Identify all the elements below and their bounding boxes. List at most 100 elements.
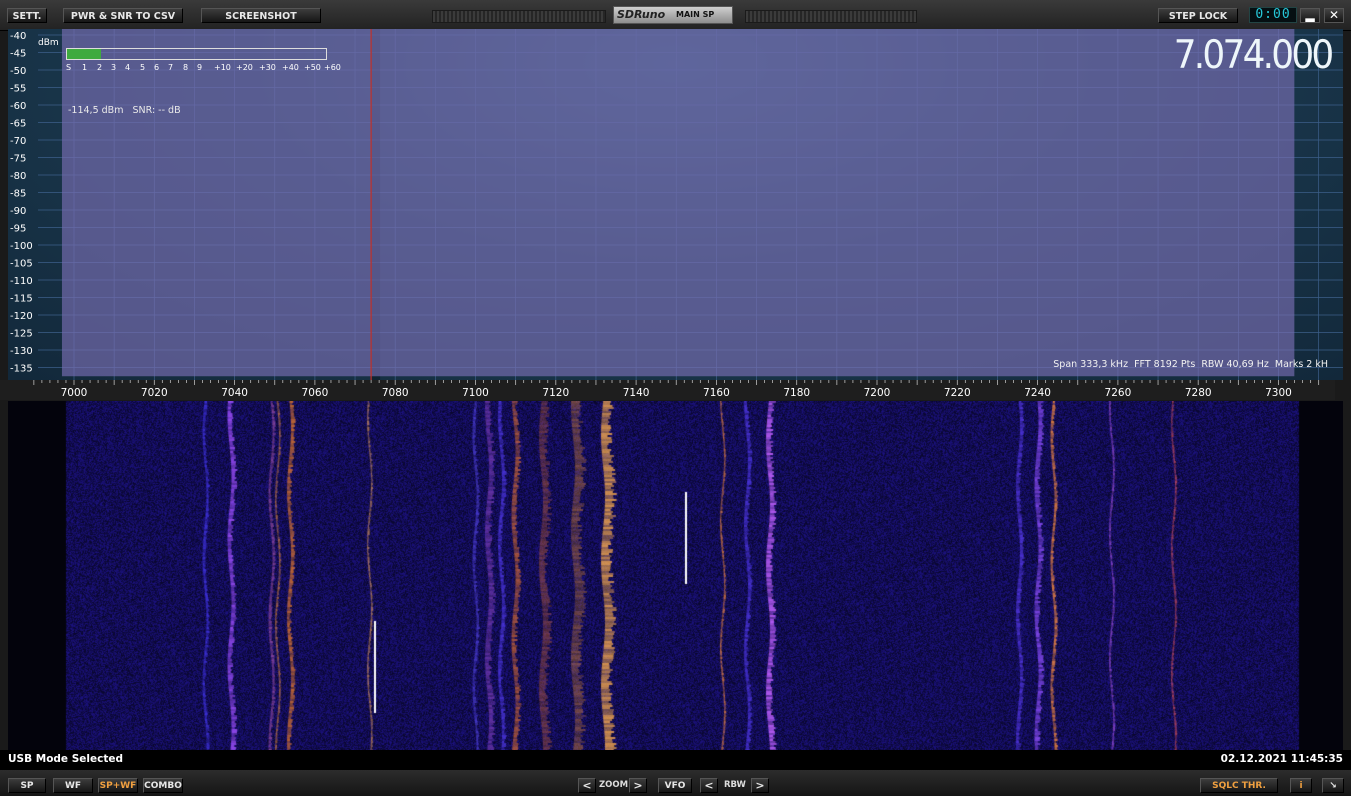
- s-meter-tick: 6: [154, 63, 160, 72]
- rbw-increase-button[interactable]: >: [751, 778, 769, 793]
- y-tick-label: -130: [10, 346, 33, 357]
- status-bar: USB Mode Selected 02.12.2021 11:45:35: [0, 750, 1351, 770]
- pwr-snr-csv-button[interactable]: PWR & SNR TO CSV: [63, 8, 183, 23]
- x-tick-label: 7200: [864, 387, 891, 399]
- dbm-unit-label: dBm: [38, 38, 59, 48]
- x-tick-label: 7220: [944, 387, 971, 399]
- title-bar: SETT. PWR & SNR TO CSV SCREENSHOT SDRuno…: [0, 0, 1351, 31]
- span-fft-info: Span 333,3 kHz FFT 8192 Pts RBW 40,69 Hz…: [1053, 359, 1328, 370]
- y-tick-label: -100: [10, 241, 33, 252]
- x-tick-label: 7160: [703, 387, 730, 399]
- frequency-axis: 7000 7020 7040 7060 7080 7100 7120 7140 7160 7180…: [0, 380, 1335, 400]
- spectrum-display[interactable]: -40 -45 -50 -55 -60 -65 -70 -75 -80 -85 -90 -95 -100…: [8, 29, 1343, 380]
- zoom-label: ZOOM: [599, 780, 629, 790]
- drag-grip-left[interactable]: [432, 10, 606, 23]
- s-meter-tick: +10: [214, 63, 231, 72]
- spectrum-fill: [61, 29, 1295, 377]
- wf-mode-button[interactable]: WF: [53, 778, 93, 793]
- x-tick-label: 7240: [1024, 387, 1051, 399]
- y-tick-label: -105: [10, 259, 33, 270]
- x-tick-label: 7260: [1105, 387, 1132, 399]
- clock-display: 0:00: [1249, 7, 1297, 23]
- x-tick-label: 7080: [382, 387, 409, 399]
- resize-handle[interactable]: ↘: [1322, 778, 1344, 793]
- close-icon: ✕: [1328, 8, 1340, 22]
- y-tick-label: -55: [10, 84, 26, 95]
- x-tick-label: 7300: [1265, 387, 1292, 399]
- x-tick-label: 7180: [783, 387, 810, 399]
- mode-status: USB Mode Selected: [8, 753, 123, 765]
- s-meter-tick: +60: [324, 63, 341, 72]
- y-tick-label: -50: [10, 66, 26, 77]
- y-tick-label: -120: [10, 311, 33, 322]
- s-meter-tick: 8: [183, 63, 189, 72]
- y-tick-label: -75: [10, 154, 26, 165]
- minimize-icon: ▂: [1305, 8, 1315, 22]
- sqlc-threshold-button[interactable]: SQLC THR.: [1200, 778, 1278, 793]
- y-tick-label: -40: [10, 31, 26, 42]
- s-meter-tick: 2: [97, 63, 103, 72]
- spectrum-plot: -40 -45 -50 -55 -60 -65 -70 -75 -80 -85 -90 -95 -100…: [10, 29, 1343, 380]
- settings-button[interactable]: SETT.: [7, 8, 47, 23]
- s-meter-tick: +20: [236, 63, 253, 72]
- s-meter-tick: 4: [125, 63, 131, 72]
- x-tick-label: 7020: [141, 387, 168, 399]
- y-tick-label: -90: [10, 206, 26, 217]
- sdruno-logo: SDRuno: [617, 8, 666, 21]
- waterfall-canvas: [8, 401, 1343, 750]
- screenshot-button[interactable]: SCREENSHOT: [201, 8, 321, 23]
- s-meter-tick: +40: [282, 63, 299, 72]
- y-tick-label: -70: [10, 136, 26, 147]
- s-meter-tick: 3: [111, 63, 117, 72]
- sp-mode-button[interactable]: SP: [8, 778, 46, 793]
- step-lock-button[interactable]: STEP LOCK: [1158, 8, 1238, 23]
- combo-mode-button[interactable]: COMBO: [143, 778, 183, 793]
- s-meter: [66, 48, 327, 60]
- rbw-label: RBW: [724, 780, 746, 790]
- s-meter-tick: S: [66, 63, 72, 72]
- level-snr-readout: -114,5 dBm SNR: -- dB: [68, 105, 181, 116]
- frequency-display[interactable]: 7.074.000: [1173, 33, 1334, 78]
- s-meter-tick: 5: [140, 63, 146, 72]
- y-tick-label: -65: [10, 119, 26, 130]
- waterfall-display[interactable]: [8, 401, 1343, 750]
- zoom-in-button[interactable]: >: [629, 778, 647, 793]
- bottom-toolbar: SP WF SP+WF COMBO < ZOOM > VFO < RBW > S…: [0, 770, 1351, 796]
- y-tick-label: -60: [10, 101, 26, 112]
- y-tick-label: -125: [10, 329, 33, 340]
- drag-grip-right[interactable]: [745, 10, 917, 23]
- s-meter-tick: 9: [197, 63, 203, 72]
- x-tick-label: 7040: [221, 387, 248, 399]
- sp-wf-mode-button[interactable]: SP+WF: [98, 778, 138, 793]
- y-tick-label: -45: [10, 49, 26, 60]
- axis-background: [0, 380, 1335, 400]
- s-meter-fill: [67, 49, 101, 59]
- zoom-out-button[interactable]: <: [578, 778, 596, 793]
- y-tick-label: -135: [10, 364, 33, 375]
- vfo-button[interactable]: VFO: [658, 778, 692, 793]
- date-time: 02.12.2021 11:45:35: [1220, 753, 1343, 765]
- s-meter-tick: +50: [304, 63, 321, 72]
- close-button[interactable]: ✕: [1324, 8, 1344, 23]
- x-tick-label: 7280: [1185, 387, 1212, 399]
- info-button[interactable]: i: [1290, 778, 1312, 793]
- y-tick-label: -110: [10, 276, 33, 287]
- y-tick-label: -95: [10, 224, 26, 235]
- x-tick-label: 7140: [623, 387, 650, 399]
- s-meter-tick: 1: [82, 63, 88, 72]
- s-meter-tick: 7: [168, 63, 174, 72]
- x-tick-label: 7100: [462, 387, 489, 399]
- sdruno-brand: SDRuno MAIN SP: [613, 6, 733, 24]
- resize-icon: ↘: [1329, 781, 1337, 791]
- y-tick-label: -80: [10, 171, 26, 182]
- s-meter-scale: S 1 2 3 4 5 6 7 8 9 +10 +20 +30 +40 +50 +60: [66, 63, 341, 73]
- window-name: MAIN SP: [676, 10, 715, 19]
- x-tick-label: 7060: [302, 387, 329, 399]
- rbw-decrease-button[interactable]: <: [700, 778, 718, 793]
- s-meter-tick: +30: [259, 63, 276, 72]
- y-tick-label: -115: [10, 294, 33, 305]
- y-tick-label: -85: [10, 189, 26, 200]
- minimize-button[interactable]: ▂: [1300, 8, 1320, 23]
- x-tick-label: 7000: [61, 387, 88, 399]
- sdruno-main-sp-window: SETT. PWR & SNR TO CSV SCREENSHOT SDRuno…: [0, 0, 1351, 796]
